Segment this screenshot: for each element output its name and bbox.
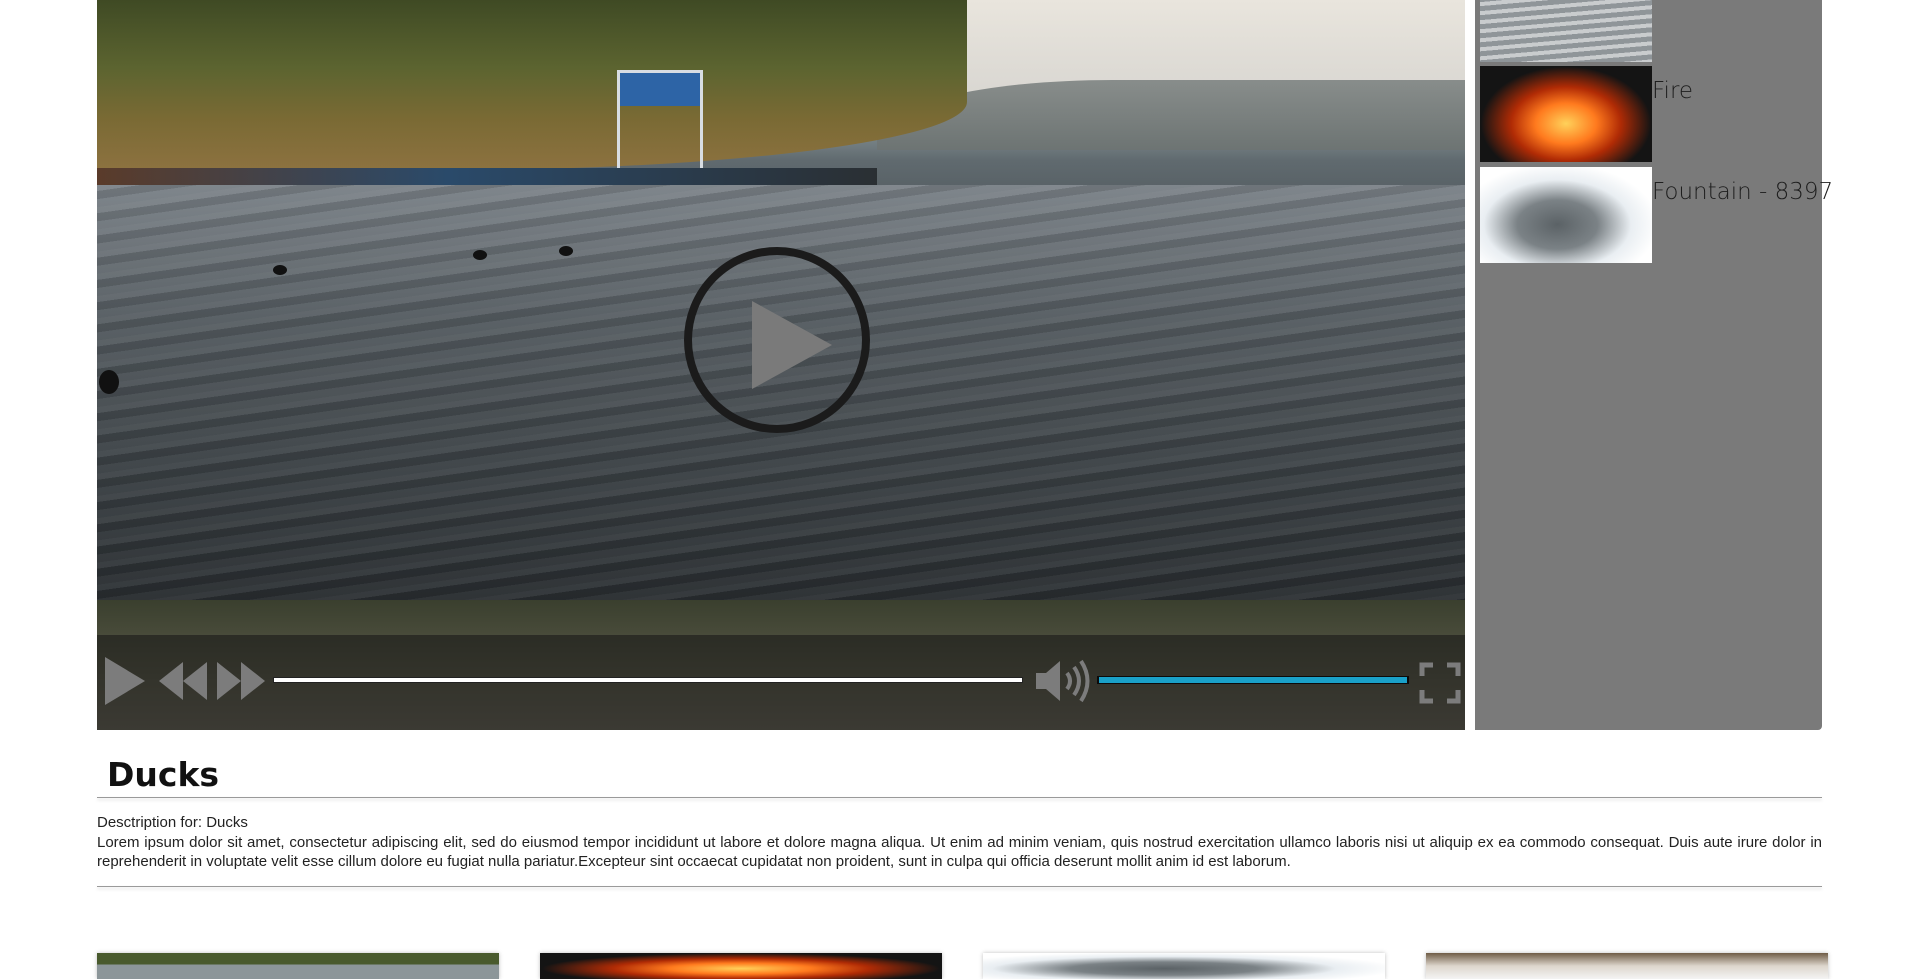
duck — [273, 265, 287, 275]
play-circle-icon — [752, 301, 832, 389]
duck — [99, 370, 119, 394]
playlist-item-fire[interactable]: Fire — [1480, 66, 1820, 162]
volume-level — [1099, 677, 1407, 683]
duck — [559, 246, 573, 256]
playlist-item-label: Fire — [1652, 78, 1694, 104]
title-divider — [97, 797, 1822, 798]
volume-slider[interactable] — [1097, 676, 1409, 684]
playlist-thumbnail — [1480, 167, 1652, 263]
description-text: Lorem ipsum dolor sit amet, consectetur … — [97, 834, 1822, 870]
big-play-button[interactable] — [684, 247, 870, 433]
video-frame-diving-tower — [617, 70, 703, 183]
playlist-item-fountain[interactable]: Fountain - 8397 — [1480, 167, 1833, 263]
grid-video-card[interactable] — [540, 953, 942, 979]
fast-forward-icon[interactable] — [215, 660, 267, 702]
description-divider — [97, 886, 1822, 887]
fullscreen-icon[interactable] — [1419, 662, 1461, 704]
grid-video-card[interactable] — [97, 953, 499, 979]
player-controls — [97, 635, 1465, 730]
description-label: Desctription for: Ducks — [97, 814, 248, 831]
duck — [473, 250, 487, 260]
playlist-sidebar: Fire Fountain - 8397 — [1475, 0, 1833, 730]
play-icon[interactable] — [103, 655, 147, 707]
video-frame-trees — [97, 0, 967, 170]
grid-video-card[interactable] — [983, 953, 1385, 979]
playlist-item-label: Fountain - 8397 — [1652, 179, 1834, 205]
playlist-item-ducks[interactable] — [1480, 0, 1820, 62]
video-player[interactable] — [97, 0, 1465, 730]
progress-bar[interactable] — [273, 677, 1023, 683]
volume-icon[interactable] — [1034, 657, 1092, 705]
video-title: Ducks — [107, 755, 220, 794]
grid-video-card[interactable] — [1426, 953, 1828, 979]
progress-fill — [274, 678, 1022, 682]
playlist-thumbnail — [1480, 0, 1652, 62]
playlist-thumbnail — [1480, 66, 1652, 162]
rewind-icon[interactable] — [157, 660, 209, 702]
